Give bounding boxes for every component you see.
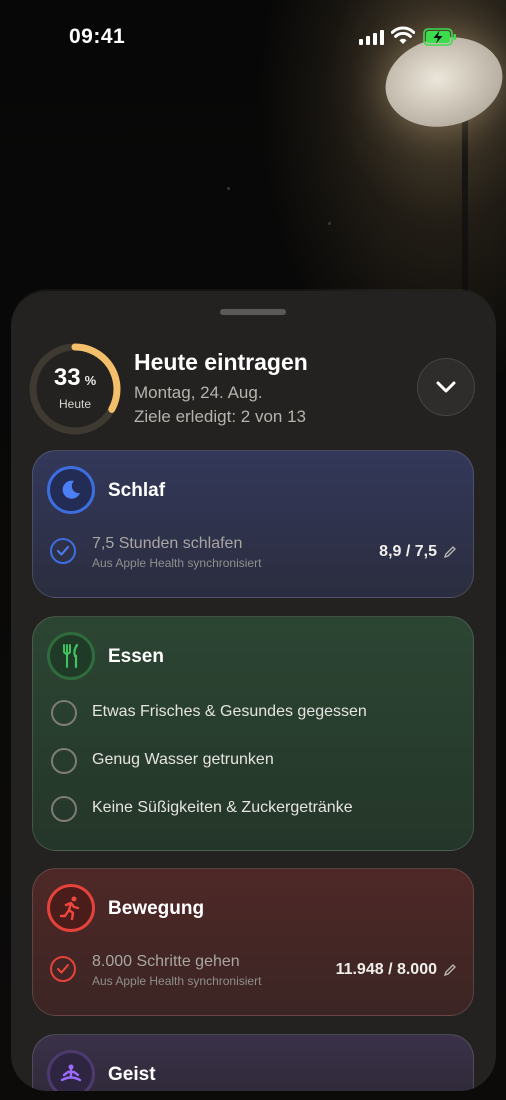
pencil-icon[interactable] — [443, 545, 457, 559]
goal-checkbox[interactable] — [51, 700, 77, 726]
battery-charging-icon — [423, 28, 456, 46]
goal-title: Genug Wasser getrunken — [92, 751, 274, 768]
goal-value: 11.948 / 8.000 — [335, 961, 437, 978]
category-card-movement: Bewegung 8.000 Schritte gehen Aus Apple … — [32, 868, 474, 1016]
category-title-food: Essen — [108, 646, 164, 667]
pencil-icon[interactable] — [443, 963, 457, 977]
goal-title: Etwas Frisches & Gesundes gegessen — [92, 703, 367, 720]
category-title-sleep: Schlaf — [108, 480, 166, 501]
sheet-drag-handle[interactable] — [220, 309, 286, 315]
goal-title: Keine Süßigkeiten & Zuckergetränke — [92, 799, 353, 816]
cellular-signal-icon — [359, 30, 384, 45]
goal-subtitle: Aus Apple Health synchronisiert — [92, 556, 262, 570]
wifi-icon — [391, 26, 415, 44]
goal-checkbox-checked[interactable] — [50, 538, 76, 564]
goal-checkbox-checked[interactable] — [50, 956, 76, 982]
fork-knife-icon — [47, 632, 95, 680]
star-dot — [227, 187, 230, 190]
goal-title: 8.000 Schritte gehen — [92, 953, 240, 970]
running-figure-icon — [47, 884, 95, 932]
goal-subtitle: Aus Apple Health synchronisiert — [92, 974, 262, 988]
goal-checkbox[interactable] — [51, 748, 77, 774]
category-title-mind: Geist — [108, 1064, 156, 1085]
sheet-date: Montag, 24. Aug. — [134, 383, 263, 402]
moon-icon — [47, 466, 95, 514]
goal-checkbox[interactable] — [51, 796, 77, 822]
star-dot — [328, 222, 331, 225]
progress-percent: 33% — [53, 364, 97, 391]
checkmark-icon — [57, 546, 69, 556]
goals-summary: Ziele erledigt: 2 von 13 — [134, 407, 306, 426]
category-card-sleep: Schlaf 7,5 Stunden schlafen Aus Apple He… — [32, 450, 474, 598]
chevron-down-icon — [436, 381, 456, 393]
status-time: 09:41 — [69, 25, 126, 48]
daily-log-sheet: 33% Heute Heute eintragen Montag, 24. Au… — [11, 291, 496, 1091]
category-card-mind: Geist — [32, 1034, 474, 1091]
progress-label: Heute — [58, 397, 92, 411]
collapse-button[interactable] — [417, 358, 475, 416]
category-card-food: Essen Etwas Frisches & Gesundes gegessen… — [32, 616, 474, 851]
sheet-title: Heute eintragen — [134, 349, 308, 375]
meditation-figure-icon — [47, 1050, 95, 1091]
checkmark-icon — [57, 964, 69, 974]
goal-value: 8,9 / 7,5 — [379, 543, 437, 560]
category-title-movement: Bewegung — [108, 898, 205, 919]
goal-title: 7,5 Stunden schlafen — [92, 535, 243, 552]
